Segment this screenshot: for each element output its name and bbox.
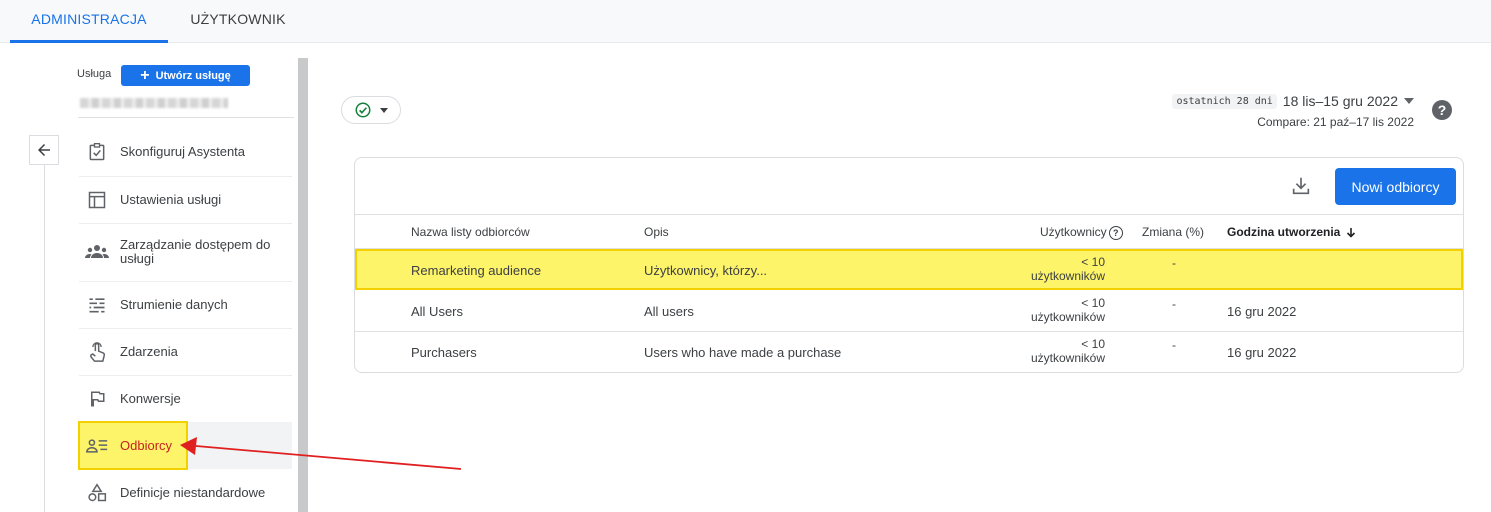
- column-header-created[interactable]: Godzina utworzenia: [1227, 225, 1356, 239]
- date-range-picker[interactable]: ostatnich 28 dni 18 lis–15 gru 2022 Comp…: [1172, 93, 1414, 129]
- sidebar-item-conversions[interactable]: Konwersje: [79, 375, 292, 422]
- table-row[interactable]: Purchasers Users who have made a purchas…: [355, 332, 1463, 372]
- row-name: Remarketing audience: [411, 263, 542, 278]
- audience-icon: [79, 437, 115, 455]
- row-users-count: < 10: [1081, 296, 1105, 310]
- row-name: All Users: [411, 304, 464, 319]
- column-header-created-label: Godzina utworzenia: [1227, 225, 1341, 239]
- sidebar-item-label: Zarządzanie dostępem do usługi: [120, 237, 271, 266]
- table-row[interactable]: All Users All users < 10 użytkowników - …: [355, 291, 1463, 332]
- row-users-count: < 10: [1081, 337, 1105, 351]
- check-circle-icon: [355, 102, 371, 118]
- row-description: Użytkownicy, którzy...: [644, 263, 768, 278]
- top-tab-bar: ADMINISTRACJA UŻYTKOWNIK: [0, 0, 1491, 43]
- arrow-left-icon: [38, 144, 50, 156]
- question-icon[interactable]: ?: [1108, 225, 1123, 240]
- layout-icon: [79, 190, 115, 210]
- row-description: Users who have made a purchase: [644, 345, 842, 360]
- shapes-icon: [79, 482, 115, 503]
- column-header-description[interactable]: Opis: [644, 225, 669, 239]
- sidebar-item-label: Skonfiguruj Asystenta: [120, 144, 246, 159]
- row-change: -: [1172, 256, 1176, 270]
- column-header-users-label: Użytkownicy: [1040, 225, 1107, 239]
- sidebar-item-custom-definitions[interactable]: Definicje niestandardowe: [79, 469, 292, 512]
- nav-divider: [78, 117, 294, 118]
- card-toolbar: Nowi odbiorcy: [355, 158, 1463, 215]
- checklist-icon: [79, 142, 115, 162]
- column-header-change[interactable]: Zmiana (%): [1142, 225, 1204, 239]
- row-description: All users: [644, 304, 694, 319]
- audiences-table-card: Nowi odbiorcy Nazwa listy odbiorców Opis…: [354, 157, 1464, 373]
- row-name: Purchasers: [411, 345, 477, 360]
- service-id-blurred: [80, 98, 228, 108]
- sidebar-item-access-management[interactable]: Zarządzanie dostępem do usługi: [79, 223, 292, 281]
- touch-icon: [79, 341, 115, 363]
- row-created: 16 gru 2022: [1227, 304, 1297, 319]
- dropdown-caret-icon[interactable]: [1404, 98, 1414, 104]
- row-users: < 10 użytkowników: [1031, 255, 1105, 283]
- sidebar-item-label: Definicje niestandardowe: [120, 484, 266, 500]
- sidebar-item-label: Zdarzenia: [120, 343, 178, 359]
- row-users: < 10 użytkowników: [1031, 296, 1105, 324]
- create-service-label: Utwórz usługę: [155, 69, 231, 82]
- row-change: -: [1172, 338, 1176, 352]
- nav-scrollbar[interactable]: [298, 58, 308, 512]
- row-users-unit: użytkowników: [1030, 351, 1105, 365]
- sidebar-item-setup-assistant[interactable]: Skonfiguruj Asystenta: [79, 128, 292, 176]
- download-icon[interactable]: [1290, 175, 1312, 197]
- new-audience-button[interactable]: Nowi odbiorcy: [1335, 168, 1456, 205]
- active-tab-indicator: [10, 40, 168, 43]
- sidebar-item-data-streams[interactable]: Strumienie danych: [79, 281, 292, 328]
- streams-icon: [79, 295, 115, 315]
- sidebar-item-label: Ustawienia usługi: [120, 191, 222, 207]
- flag-icon: [79, 389, 115, 409]
- row-users: < 10 użytkowników: [1031, 337, 1105, 365]
- row-created: 16 gru 2022: [1227, 345, 1297, 360]
- date-range-label: 18 lis–15 gru 2022: [1282, 93, 1398, 109]
- row-users-unit: użytkowników: [1030, 269, 1105, 283]
- column-header-users[interactable]: Użytkownicy?: [1040, 225, 1123, 240]
- plus-icon: +: [140, 66, 150, 84]
- row-users-count: < 10: [1081, 255, 1105, 269]
- comparison-filter-chip[interactable]: [341, 96, 401, 124]
- create-service-button[interactable]: + Utwórz usługę: [121, 65, 250, 86]
- nav-tree-line: [44, 164, 45, 512]
- sidebar-item-audiences[interactable]: Odbiorcy: [79, 422, 292, 469]
- table-row[interactable]: Remarketing audience Użytkownicy, którzy…: [355, 249, 1463, 290]
- tab-user-label: UŻYTKOWNIK: [190, 11, 286, 27]
- tab-administration[interactable]: ADMINISTRACJA: [10, 0, 168, 43]
- sidebar-item-label: Odbiorcy: [120, 437, 173, 453]
- people-icon: [79, 242, 115, 262]
- date-preset-chip: ostatnich 28 dni: [1172, 93, 1277, 109]
- tab-user[interactable]: UŻYTKOWNIK: [168, 0, 308, 43]
- arrow-down-icon: [1346, 228, 1355, 238]
- sidebar-item-property-settings[interactable]: Ustawienia usługi: [79, 176, 292, 223]
- back-button[interactable]: [29, 135, 59, 165]
- row-change: -: [1172, 297, 1176, 311]
- sidebar-item-label: Strumienie danych: [120, 296, 228, 312]
- service-label: Usługa: [77, 68, 112, 80]
- column-header-name[interactable]: Nazwa listy odbiorców: [411, 225, 530, 239]
- row-users-unit: użytkowników: [1030, 310, 1105, 324]
- compare-range-label: Compare: 21 paź–17 lis 2022: [1257, 115, 1414, 129]
- tab-administration-label: ADMINISTRACJA: [31, 11, 147, 27]
- table-header: Nazwa listy odbiorców Opis Użytkownicy? …: [355, 215, 1463, 249]
- sidebar-item-label: Konwersje: [120, 390, 181, 406]
- sidebar-item-events[interactable]: Zdarzenia: [79, 328, 292, 375]
- help-icon[interactable]: ?: [1432, 100, 1452, 120]
- chevron-down-icon: [380, 107, 388, 113]
